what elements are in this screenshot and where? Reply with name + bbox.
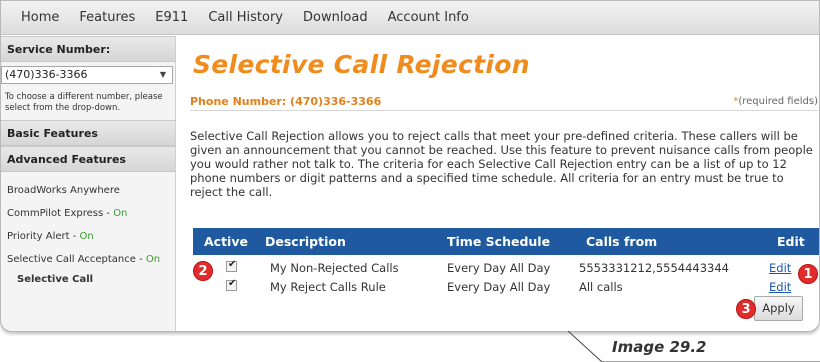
status-on: On [113, 208, 128, 219]
callout-badge-2: 2 [193, 261, 213, 281]
phone-number-row: Phone Number: (470)336-3366 *(required f… [190, 93, 818, 111]
callout-badge-3: 3 [736, 299, 756, 319]
active-checkbox[interactable] [226, 278, 237, 291]
sidebar-link-commpilot-express[interactable]: CommPilot Express - On [1, 207, 175, 221]
sidebar-help-text: To choose a different number, please sel… [5, 92, 163, 113]
page-title: Selective Call Rejection [193, 50, 530, 79]
callout-badge-1: 1 [798, 264, 818, 284]
table-row: My Reject Calls Rule Every Day All Day A… [193, 278, 819, 296]
row-calls-from: All calls [579, 280, 623, 294]
col-active: Active [204, 234, 248, 249]
feature-description: Selective Call Rejection allows you to r… [190, 129, 813, 199]
nav-account-info[interactable]: Account Info [378, 10, 479, 25]
nav-download[interactable]: Download [293, 10, 378, 25]
col-calls-from: Calls from [586, 234, 658, 249]
service-number-heading: Service Number: [1, 36, 175, 62]
status-on: On [145, 254, 161, 265]
chevron-down-icon: ▼ [159, 70, 166, 79]
row-schedule: Every Day All Day [447, 280, 551, 294]
nav-call-history[interactable]: Call History [198, 10, 293, 25]
table-header: Active Description Time Schedule Calls f… [193, 228, 819, 255]
status-on: On [79, 231, 94, 242]
top-nav: Home Features E911 Call History Download… [1, 1, 819, 35]
sidebar-item-advanced-features[interactable]: Advanced Features [1, 146, 175, 172]
table-row: My Non-Rejected Calls Every Day All Day … [193, 259, 819, 277]
col-edit: Edit [777, 234, 805, 249]
link-label: BroadWorks Anywhere [7, 185, 120, 196]
phone-number-label: Phone Number: (470)336-3366 [190, 95, 382, 108]
app-window: Home Features E911 Call History Download… [0, 0, 820, 332]
nav-features[interactable]: Features [69, 10, 145, 25]
nav-home[interactable]: Home [11, 10, 69, 25]
link-label: Selective Call Acceptance - [7, 254, 146, 265]
main-content: Selective Call Rejection Phone Number: (… [177, 36, 819, 331]
row-description: My Reject Calls Rule [270, 280, 386, 294]
required-fields-note: *(required fields) [733, 96, 818, 107]
image-caption: Image 29.2 [612, 338, 707, 356]
apply-button[interactable]: Apply [754, 296, 803, 321]
sidebar-link-priority-alert[interactable]: Priority Alert - On [1, 230, 175, 244]
row-description: My Non-Rejected Calls [270, 261, 399, 275]
link-label: CommPilot Express - [7, 208, 114, 219]
sidebar-item-basic-features[interactable]: Basic Features [1, 120, 175, 146]
sidebar-link-selective-call[interactable]: Selective Call [11, 273, 175, 287]
selected-number: (470)336-3366 [5, 68, 88, 81]
service-number-select[interactable]: (470)336-3366 ▼ [1, 66, 173, 84]
active-checkbox[interactable] [226, 259, 237, 272]
col-time-schedule: Time Schedule [447, 234, 551, 249]
sidebar: Service Number: (470)336-3366 ▼ To choos… [1, 36, 176, 331]
sidebar-link-broadworks-anywhere[interactable]: BroadWorks Anywhere [1, 184, 175, 198]
row-schedule: Every Day All Day [447, 261, 551, 275]
required-text: (required fields) [738, 96, 818, 107]
edit-link[interactable]: Edit [769, 280, 791, 294]
nav-e911[interactable]: E911 [145, 10, 198, 25]
link-label: Selective Call [17, 274, 94, 285]
edit-link[interactable]: Edit [769, 261, 791, 275]
row-calls-from: 5553331212,5554443344 [579, 261, 729, 275]
link-label: Priority Alert - [7, 231, 80, 242]
col-description: Description [265, 234, 346, 249]
sidebar-link-selective-call-acceptance[interactable]: Selective Call Acceptance - On [1, 253, 175, 267]
